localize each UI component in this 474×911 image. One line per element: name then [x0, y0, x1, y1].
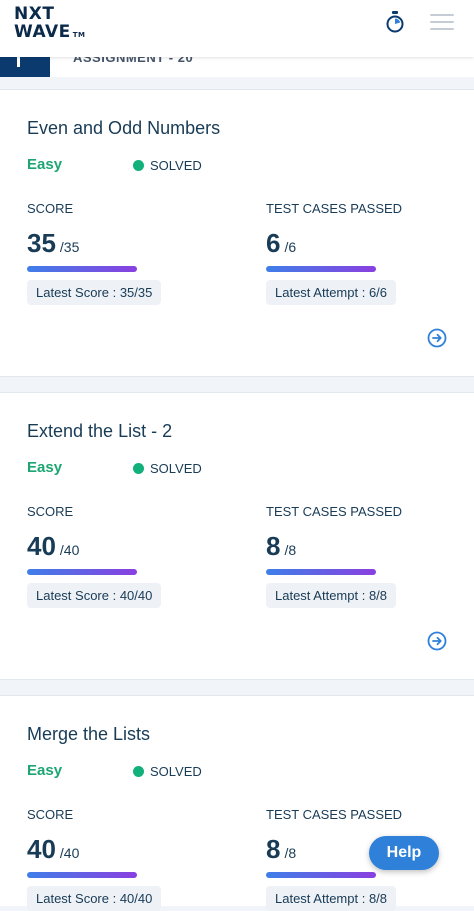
test-cases-total: /8 — [284, 845, 297, 861]
solved-dot-icon — [133, 160, 144, 171]
question-card[interactable]: Extend the List - 2 Easy SOLVED SCORE 40… — [0, 392, 474, 680]
score-progress-bar — [27, 266, 137, 272]
score-value: 40/40 — [27, 834, 227, 864]
logo-trademark: TM — [72, 31, 86, 39]
test-cases-label: TEST CASES PASSED — [266, 807, 403, 822]
latest-attempt-pill: Latest Attempt : 8/8 — [266, 583, 397, 608]
score-number: 40 — [27, 834, 56, 864]
test-cases-progress-bar — [266, 569, 376, 575]
test-cases-number: 6 — [266, 228, 281, 258]
help-button[interactable]: Help — [369, 836, 439, 870]
latest-score-pill: Latest Score : 40/40 — [27, 583, 162, 608]
status-badge: SOLVED — [133, 158, 202, 173]
question-card[interactable]: Even and Odd Numbers Easy SOLVED SCORE 3… — [0, 89, 474, 377]
difficulty-label: Easy — [27, 762, 63, 779]
score-section: SCORE 40/40 Latest Score : 40/40 — [27, 504, 227, 608]
latest-score-pill: Latest Score : 40/40 — [27, 886, 162, 911]
solved-dot-icon — [133, 463, 144, 474]
latest-attempt-pill: Latest Attempt : 8/8 — [266, 886, 397, 911]
question-title: Extend the List - 2 — [27, 421, 173, 441]
status-badge: SOLVED — [133, 461, 202, 476]
score-progress-bar — [27, 569, 137, 575]
test-cases-section: TEST CASES PASSED 6/6 Latest Attempt : 6… — [266, 201, 466, 305]
latest-score-pill: Latest Score : 35/35 — [27, 280, 162, 305]
status-badge: SOLVED — [133, 764, 202, 779]
test-cases-value: 6/6 — [266, 228, 466, 258]
test-cases-progress-bar — [266, 266, 376, 272]
score-progress-bar — [27, 872, 137, 878]
nxtwave-logo[interactable]: NXT WAVE TM — [14, 5, 94, 45]
test-cases-value: 8/8 — [266, 531, 466, 561]
question-title: Merge the Lists — [27, 724, 151, 744]
hamburger-menu-icon[interactable] — [430, 14, 454, 32]
score-value: 40/40 — [27, 531, 227, 561]
assignment-label: ASSIGNMENT - 20 — [73, 57, 194, 65]
score-section: SCORE 35/35 Latest Score : 35/35 — [27, 201, 227, 305]
status-text: SOLVED — [150, 764, 202, 779]
difficulty-label: Easy — [27, 459, 63, 476]
score-total: /40 — [59, 542, 80, 558]
score-label: SCORE — [27, 807, 74, 822]
logo-line-2-text: WAVE — [14, 22, 71, 42]
question-card[interactable]: Merge the Lists Easy SOLVED SCORE 40/40 … — [0, 695, 474, 911]
assignment-badge — [0, 57, 50, 77]
status-text: SOLVED — [150, 158, 202, 173]
test-cases-label: TEST CASES PASSED — [266, 201, 403, 216]
difficulty-label: Easy — [27, 156, 63, 173]
score-total: /35 — [59, 239, 80, 255]
logo-line-2: WAVE TM — [14, 23, 94, 44]
score-label: SCORE — [27, 201, 74, 216]
arrow-circle-right-icon[interactable] — [427, 328, 447, 348]
test-cases-total: /6 — [284, 239, 297, 255]
assignment-strip: ASSIGNMENT - 20 — [0, 57, 474, 77]
top-header: NXT WAVE TM — [0, 0, 474, 57]
test-cases-section: TEST CASES PASSED 8/8 Latest Attempt : 8… — [266, 504, 466, 608]
test-cases-number: 8 — [266, 531, 281, 561]
score-label: SCORE — [27, 504, 74, 519]
logo-line-1: NXT — [14, 4, 55, 24]
stopwatch-icon[interactable] — [384, 11, 406, 33]
test-cases-number: 8 — [266, 834, 281, 864]
test-cases-label: TEST CASES PASSED — [266, 504, 403, 519]
status-text: SOLVED — [150, 461, 202, 476]
score-section: SCORE 40/40 Latest Score : 40/40 — [27, 807, 227, 911]
arrow-circle-right-icon[interactable] — [427, 631, 447, 651]
score-number: 40 — [27, 531, 56, 561]
question-title: Even and Odd Numbers — [27, 118, 221, 138]
score-value: 35/35 — [27, 228, 227, 258]
solved-dot-icon — [133, 766, 144, 777]
score-total: /40 — [59, 845, 80, 861]
test-cases-total: /8 — [284, 542, 297, 558]
score-number: 35 — [27, 228, 56, 258]
latest-attempt-pill: Latest Attempt : 6/6 — [266, 280, 397, 305]
test-cases-progress-bar — [266, 872, 376, 878]
